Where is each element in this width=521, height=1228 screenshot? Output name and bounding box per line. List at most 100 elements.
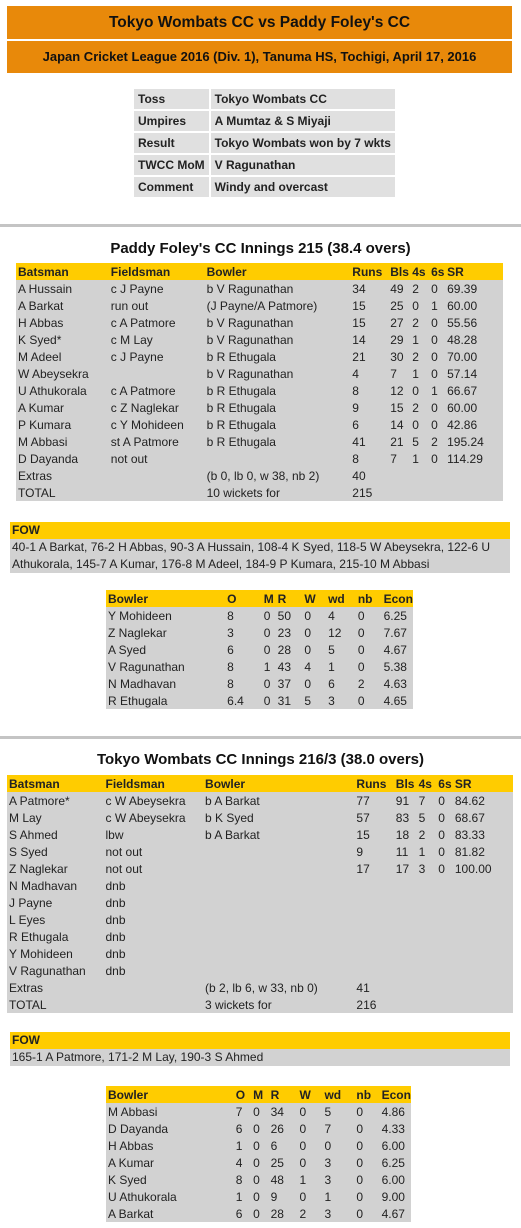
maidens-cell: 0 — [263, 608, 271, 623]
strike-rate-cell: 60.00 — [447, 298, 478, 313]
batting-row: P Kumara c Y Mohideen b R Ethugala 6 14 0 0 42.… — [16, 416, 503, 433]
fieldsman-cell: dnb — [105, 895, 126, 910]
match-subtitle: Japan Cricket League 2016 (Div. 1), Tanu… — [7, 41, 512, 73]
runs-cell: 41 — [352, 434, 366, 449]
sixes-cell: 0 — [431, 281, 438, 296]
balls-cell — [396, 928, 419, 945]
balls-cell: 15 — [390, 400, 404, 415]
bowler-cell: H Abbas — [108, 1138, 154, 1153]
wickets-cell: 0 — [304, 642, 312, 657]
strike-rate-cell: 69.39 — [447, 281, 478, 296]
fieldsman-cell: c Z Naglekar — [110, 400, 179, 415]
batsman-cell: J Payne — [9, 895, 53, 910]
sixes-cell: 0 — [438, 844, 445, 859]
strike-rate-cell — [455, 945, 513, 962]
strike-rate-cell — [455, 877, 513, 894]
overs-cell: 6 — [235, 1121, 243, 1136]
info-label: Comment — [134, 177, 209, 197]
bowling-row: K Syed 8 0 48 1 3 0 6.00 — [106, 1171, 411, 1188]
overs-cell: 3 — [227, 625, 234, 640]
economy-cell: 6.00 — [381, 1172, 405, 1187]
total-detail: 3 wickets for — [205, 997, 272, 1012]
header-batsman: Batsman — [7, 775, 106, 792]
maidens-cell: 0 — [263, 625, 271, 640]
batsman-cell: A Kumar — [18, 400, 65, 415]
overs-cell: 6.4 — [227, 693, 244, 708]
total-row: TOTAL 3 wickets for 216 — [7, 996, 513, 1013]
fieldsman-cell: dnb — [105, 878, 126, 893]
strike-rate-cell: 55.56 — [447, 315, 478, 330]
bowling-row: A Syed 6 0 28 0 5 0 4.67 — [106, 641, 413, 658]
bowler-cell — [205, 843, 356, 860]
fours-cell: 2 — [412, 400, 419, 415]
bowling-row: R Ethugala 6.4 0 31 5 3 0 4.65 — [106, 692, 413, 709]
maidens-cell: 0 — [253, 1172, 260, 1187]
sixes-cell: 0 — [431, 332, 438, 347]
bowler-cell — [207, 450, 353, 467]
sixes-cell — [438, 911, 455, 928]
bowler-cell: b A Barkat — [205, 827, 260, 842]
balls-cell — [396, 894, 419, 911]
sixes-cell: 0 — [431, 315, 438, 330]
overs-cell: 1 — [235, 1189, 243, 1204]
balls-cell: 7 — [390, 366, 397, 381]
overs-cell: 8 — [235, 1172, 243, 1187]
fieldsman-cell: dnb — [105, 929, 126, 944]
no-balls-cell: 0 — [356, 1155, 364, 1170]
wides-cell: 5 — [328, 642, 335, 657]
info-value: A Mumtaz & S Miyaji — [210, 111, 395, 131]
sixes-cell: 0 — [431, 417, 438, 432]
bowling-row: A Kumar 4 0 25 0 3 0 6.25 — [106, 1154, 411, 1171]
balls-cell — [396, 945, 419, 962]
balls-cell: 7 — [390, 451, 397, 466]
fours-cell: 0 — [412, 383, 419, 398]
batting-row: M Abbasi st A Patmore b R Ethugala 41 21 5 2 19… — [16, 433, 503, 450]
fieldsman-cell: c A Patmore — [110, 315, 176, 330]
header-sixes: 6s — [431, 263, 448, 280]
maidens-cell: 0 — [253, 1138, 260, 1153]
balls-cell: 12 — [390, 383, 404, 398]
innings-2-bowling-table: Bowler O M R Wwd nb Econ M Abbasi 7 0 34 0 5 0 4.86 D D… — [106, 1086, 411, 1222]
header-runs: R — [270, 1086, 300, 1103]
fieldsman-cell: not out — [110, 451, 148, 466]
bowling-row: M Abbasi 7 0 34 0 5 0 4.86 — [106, 1103, 411, 1120]
extras-runs: 40 — [352, 468, 366, 483]
innings-2-fow: FOW 165-1 A Patmore, 171-2 M Lay, 190-3 … — [10, 1032, 510, 1066]
runs-cell: 43 — [277, 659, 291, 674]
extras-row: Extras (b 2, lb 6, w 33, nb 0) 41 — [7, 979, 513, 996]
economy-cell: 6.00 — [381, 1138, 405, 1153]
header-overs: O — [235, 1086, 254, 1103]
sixes-cell: 0 — [431, 349, 438, 364]
bowler-cell — [205, 911, 356, 928]
wides-cell: 3 — [324, 1155, 332, 1170]
fieldsman-cell: not out — [105, 861, 143, 876]
no-balls-cell: 0 — [357, 642, 365, 657]
fow-header: FOW — [10, 522, 510, 539]
batsman-cell: Z Naglekar — [9, 861, 68, 876]
fieldsman-cell: st A Patmore — [110, 434, 179, 449]
header-batsman: Batsman — [16, 263, 111, 280]
strike-rate-cell: 60.00 — [447, 400, 478, 415]
bowler-cell: Y Mohideen — [108, 608, 172, 623]
balls-cell: 17 — [395, 861, 410, 876]
header-bowler: Bowler — [205, 775, 357, 792]
batting-row: N Madhavan dnb — [7, 877, 513, 894]
bowler-cell: (J Payne/A Patmore) — [206, 298, 318, 313]
runs-cell: 25 — [270, 1155, 284, 1170]
bowler-cell: M Abbasi — [108, 1104, 158, 1119]
no-balls-cell: 0 — [357, 625, 365, 640]
batsman-cell: K Syed* — [18, 332, 62, 347]
bowler-cell: D Dayanda — [108, 1121, 169, 1136]
sixes-cell: 0 — [431, 400, 438, 415]
batting-row: V Ragunathan dnb — [7, 962, 513, 979]
no-balls-cell: 0 — [356, 1189, 364, 1204]
wides-cell: 1 — [328, 659, 335, 674]
empty-cell — [390, 484, 503, 501]
batsman-cell: U Athukorala — [18, 383, 87, 398]
innings-1-fow: FOW 40-1 A Barkat, 76-2 H Abbas, 90-3 A … — [10, 522, 510, 573]
bowling-row: A Barkat 6 0 28 2 3 0 4.67 — [106, 1205, 411, 1222]
runs-cell: 17 — [356, 861, 370, 876]
economy-cell: 4.63 — [383, 676, 407, 691]
bowler-cell: K Syed — [108, 1172, 147, 1187]
sixes-cell — [438, 894, 455, 911]
